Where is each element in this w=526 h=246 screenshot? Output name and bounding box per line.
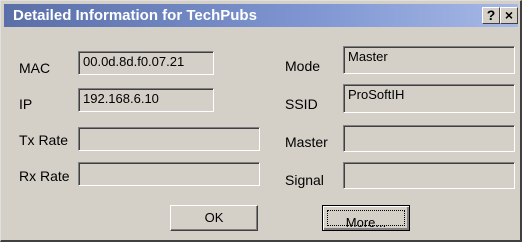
rx-rate-field[interactable] xyxy=(78,162,260,186)
signal-label: Signal xyxy=(285,172,324,188)
rx-rate-label: Rx Rate xyxy=(19,168,70,184)
ip-label: IP xyxy=(19,96,33,112)
more-button[interactable]: More... xyxy=(322,205,410,231)
mode-field[interactable]: Master xyxy=(343,46,515,74)
ok-button-label: OK xyxy=(204,210,224,225)
signal-field[interactable] xyxy=(343,162,515,189)
mode-label: Mode xyxy=(285,58,321,74)
mac-field[interactable]: 00.0d.8d.f0.07.21 xyxy=(78,51,214,75)
dialog-window: Detailed Information for TechPubs ? × MA… xyxy=(0,0,522,242)
close-button[interactable]: × xyxy=(500,7,518,24)
master-label: Master xyxy=(285,134,328,150)
tx-rate-field[interactable] xyxy=(78,127,260,151)
ok-button[interactable]: OK xyxy=(170,205,258,231)
focus-rectangle: More... xyxy=(327,210,405,230)
title-bar[interactable]: Detailed Information for TechPubs ? × xyxy=(4,4,518,27)
more-button-label: More... xyxy=(345,215,387,230)
ssid-label: SSID xyxy=(285,96,318,112)
ssid-field[interactable]: ProSoftIH xyxy=(343,84,515,113)
master-field[interactable] xyxy=(343,125,515,152)
mac-label: MAC xyxy=(19,60,51,76)
help-button[interactable]: ? xyxy=(482,7,500,24)
ip-field[interactable]: 192.168.6.10 xyxy=(78,88,214,112)
tx-rate-label: Tx Rate xyxy=(19,132,69,148)
dialog-title: Detailed Information for TechPubs xyxy=(13,7,257,24)
